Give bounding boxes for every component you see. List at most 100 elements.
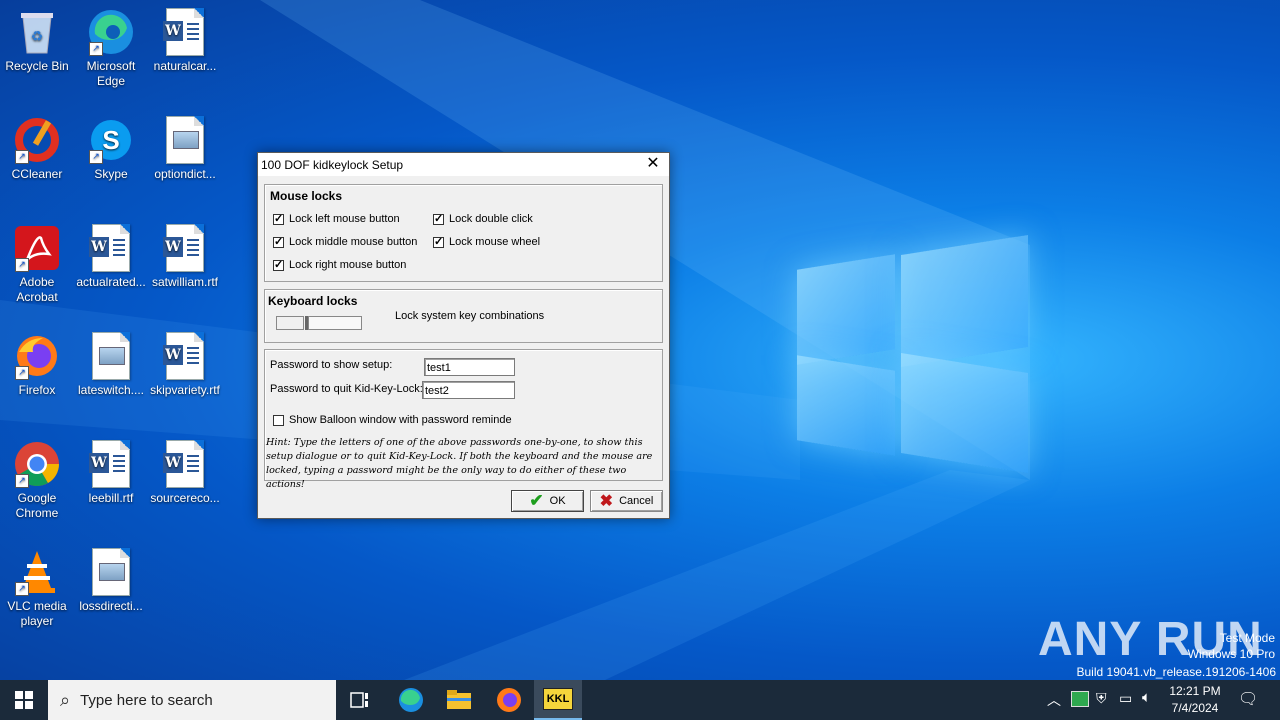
ccleaner-icon: ↗: [13, 116, 61, 164]
desktop-icon-label: actualrated...: [76, 275, 146, 289]
desktop-icon-skype[interactable]: S ↗ Skype: [74, 116, 148, 182]
shortcut-arrow-icon: ↗: [15, 582, 29, 596]
desktop-icon-label: satwilliam.rtf: [151, 275, 218, 289]
desktop-icon-label: skipvariety.rtf: [150, 383, 220, 397]
taskbar-firefox[interactable]: [486, 680, 532, 720]
lock-mouse-wheel-checkbox[interactable]: Lock mouse wheel: [433, 235, 541, 248]
desktop-icon-satwilliam[interactable]: W satwilliam.rtf: [148, 224, 222, 290]
checkbox-box[interactable]: [273, 235, 284, 248]
firefox-icon: [497, 688, 521, 712]
clock-date: 7/4/2024: [1171, 701, 1219, 715]
lock-double-click-checkbox[interactable]: Lock double click: [433, 212, 533, 225]
desktop-icon-label: VLC media player: [7, 599, 67, 628]
ok-button[interactable]: ✔ OK: [511, 490, 584, 512]
slider-thumb[interactable]: [305, 316, 308, 330]
dialog-title: 100 DOF kidkeylock Setup: [261, 157, 404, 172]
volume-icon[interactable]: 🔈︎: [1142, 689, 1151, 706]
test-mode-text: Test Mode: [1219, 631, 1275, 645]
desktop-icon-sourcereco[interactable]: W sourcereco...: [148, 440, 222, 506]
desktop-icon-label: naturalcar...: [153, 59, 217, 73]
shortcut-arrow-icon: ↗: [15, 258, 29, 272]
lock-left-mouse-checkbox[interactable]: Lock left mouse button: [273, 212, 400, 225]
desktop-icon-lossdirecti[interactable]: lossdirecti...: [74, 548, 148, 614]
notification-icon[interactable]: 🗨︎: [1238, 689, 1258, 709]
checkmark-icon: ✔: [529, 491, 544, 510]
desktop-icon-label: Recycle Bin: [5, 59, 69, 73]
security-tray-icon[interactable]: ⛨: [1096, 690, 1107, 707]
chrome-icon: ↗: [13, 440, 61, 488]
show-hidden-icons-chevron-icon[interactable]: ︿: [1047, 690, 1061, 710]
folder-icon: [447, 690, 471, 709]
keyboard-locks-title: Keyboard locks: [268, 294, 358, 308]
checkbox-label: Lock right mouse button: [289, 259, 407, 271]
dialog-titlebar[interactable]: 100 DOF kidkeylock Setup ✕: [258, 153, 669, 176]
desktop-icon-lateswitch[interactable]: lateswitch....: [74, 332, 148, 398]
show-setup-label: Password to show setup:: [270, 359, 393, 371]
checkbox-box[interactable]: [433, 212, 444, 225]
desktop-icon-ccleaner[interactable]: ↗ CCleaner: [0, 116, 74, 182]
build-text: Build 19041.vb_release.191206-1406: [1076, 665, 1277, 679]
clock[interactable]: 12:21 PM 7/4/2024: [1166, 683, 1224, 717]
task-view-button[interactable]: [338, 680, 382, 720]
edge-icon: ↗: [87, 8, 135, 56]
firefox-icon: ↗: [13, 332, 61, 380]
checkbox-box[interactable]: [433, 235, 444, 248]
desktop-icon-naturalcar[interactable]: W naturalcar...: [148, 8, 222, 74]
desktop-icon-leebill[interactable]: W leebill.rtf: [74, 440, 148, 506]
desktop-icon-actualrated[interactable]: W actualrated...: [74, 224, 148, 290]
kkl-tray-icon[interactable]: [1071, 691, 1089, 707]
taskbar: ⌕ Type here to search KKL ︿ ⛨ ▭ 🔈︎ 12:21…: [0, 680, 1280, 720]
taskbar-file-explorer[interactable]: [436, 680, 482, 720]
desktop-icon-edge[interactable]: ↗ Microsoft Edge: [74, 8, 148, 89]
svg-text:S: S: [102, 125, 119, 155]
quit-label: Password to quit Kid-Key-Lock:: [270, 383, 423, 395]
image-document-icon: [87, 548, 135, 596]
start-button[interactable]: [0, 680, 48, 720]
desktop-icon-label: optiondict...: [154, 167, 216, 181]
vlc-icon: ↗: [13, 548, 61, 596]
taskbar-edge[interactable]: [388, 680, 434, 720]
show-balloon-checkbox[interactable]: Show Balloon window with password remind…: [273, 414, 512, 426]
lock-middle-mouse-checkbox[interactable]: Lock middle mouse button: [273, 235, 417, 248]
shortcut-arrow-icon: ↗: [15, 474, 29, 488]
system-keys-label: Lock system key combinations: [395, 310, 545, 322]
quit-password-field[interactable]: test2: [422, 381, 515, 399]
word-document-icon: W: [87, 440, 135, 488]
word-document-icon: W: [161, 8, 209, 56]
network-icon[interactable]: ▭: [1119, 690, 1132, 707]
desktop-icon-chrome[interactable]: ↗ Google Chrome: [0, 440, 74, 521]
shortcut-arrow-icon: ↗: [89, 42, 103, 56]
acrobat-icon: ↗: [13, 224, 61, 272]
cancel-button[interactable]: ✖ Cancel: [590, 490, 663, 512]
desktop-icon-label: lossdirecti...: [79, 599, 143, 613]
lock-right-mouse-checkbox[interactable]: Lock right mouse button: [273, 258, 407, 271]
close-icon[interactable]: ✕: [637, 153, 669, 176]
desktop-icon-acrobat[interactable]: ↗ Adobe Acrobat: [0, 224, 74, 305]
checkbox-box[interactable]: [273, 414, 284, 426]
password-group: Password to show setup: test1 Password t…: [264, 349, 663, 490]
svg-text:♻: ♻: [31, 28, 44, 44]
checkbox-box[interactable]: [273, 258, 284, 271]
keyboard-lock-slider[interactable]: [276, 316, 362, 330]
desktop-icon-recycle-bin[interactable]: ♻ Recycle Bin: [0, 8, 74, 74]
image-document-icon: [87, 332, 135, 380]
desktop-icon-optiondict[interactable]: optiondict...: [148, 116, 222, 182]
search-icon: ⌕: [60, 689, 71, 710]
desktop-icon-vlc[interactable]: ↗ VLC media player: [0, 548, 74, 629]
checkbox-box[interactable]: [273, 212, 284, 225]
checkbox-label: Lock left mouse button: [289, 213, 400, 225]
show-setup-password-field[interactable]: test1: [424, 358, 515, 376]
checkbox-label: Lock mouse wheel: [449, 236, 541, 248]
windows-logo-pane-tr: [901, 234, 1028, 368]
taskbar-kkl-app[interactable]: KKL: [534, 680, 582, 720]
desktop-icon-label: Firefox: [18, 383, 56, 397]
taskbar-search-box[interactable]: ⌕ Type here to search: [48, 680, 336, 720]
desktop-icon-firefox[interactable]: ↗ Firefox: [0, 332, 74, 398]
task-view-icon: [350, 692, 368, 708]
windows-start-icon: [15, 691, 33, 709]
checkbox-label: Show Balloon window with password remind…: [289, 414, 512, 426]
desktop-icon-skipvariety[interactable]: W skipvariety.rtf: [148, 332, 222, 398]
desktop-icon-label: lateswitch....: [77, 383, 145, 397]
word-document-icon: W: [161, 332, 209, 380]
word-document-icon: W: [87, 224, 135, 272]
